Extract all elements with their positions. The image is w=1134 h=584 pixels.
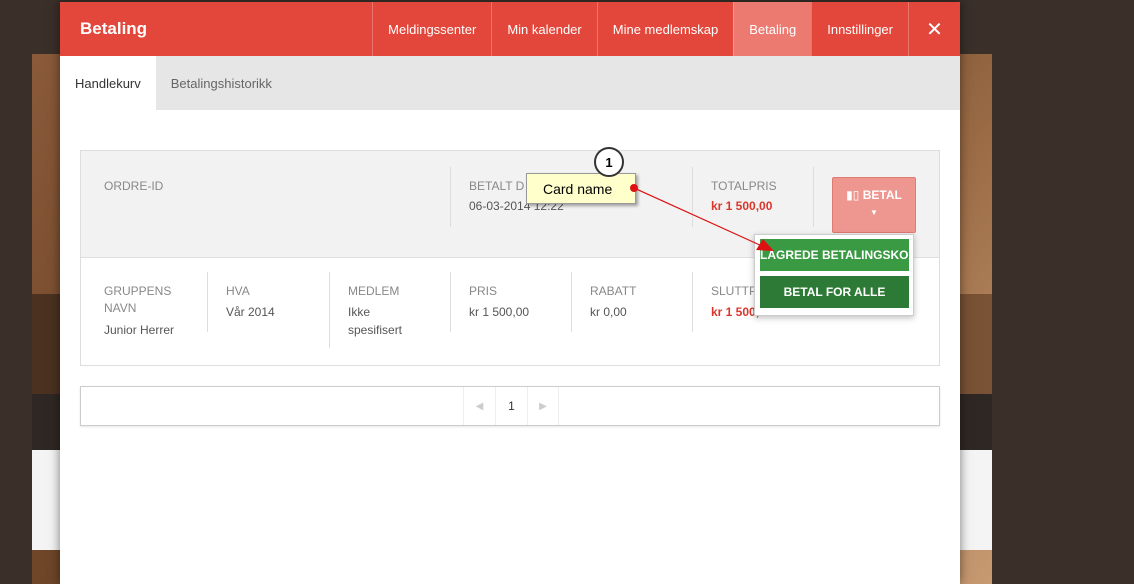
annotation-arrow-icon (630, 184, 774, 251)
